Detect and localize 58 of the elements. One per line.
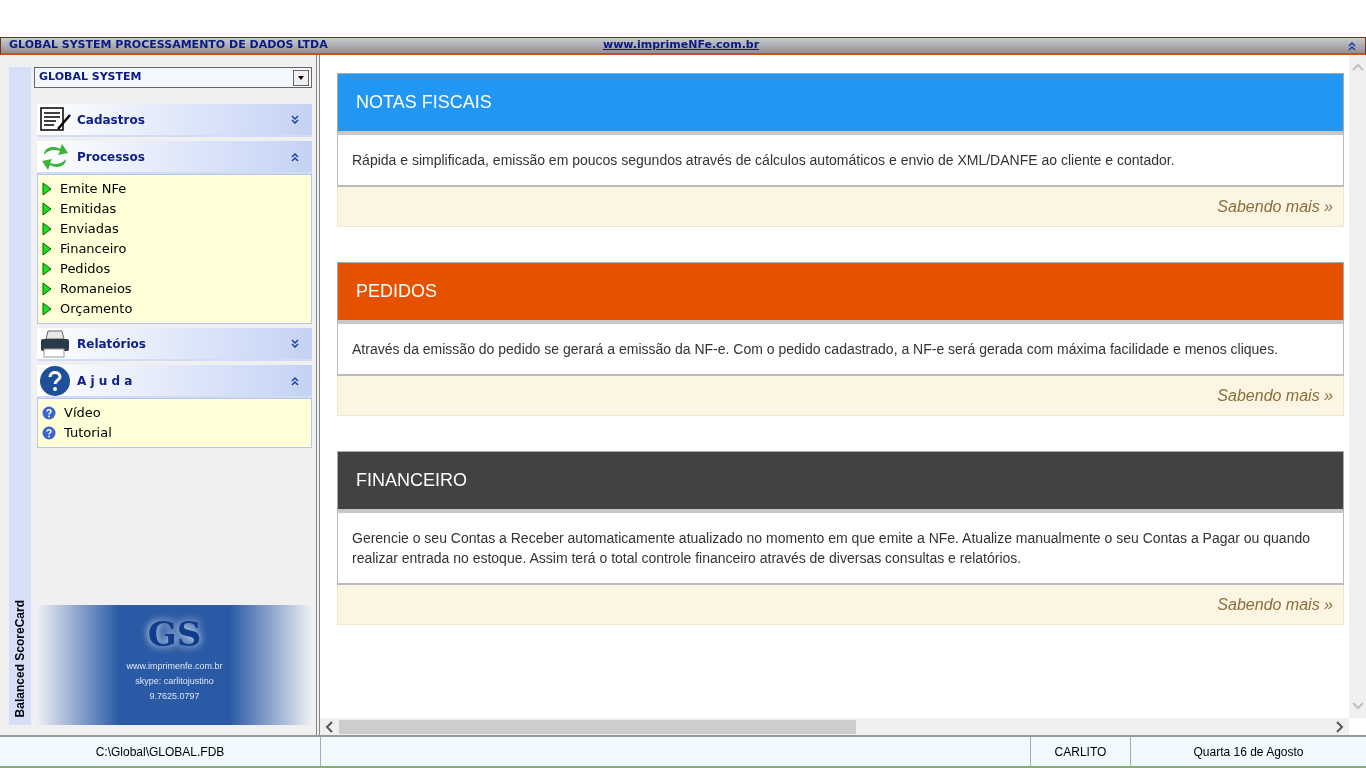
group-title: Processos: [77, 148, 146, 166]
menu-item[interactable]: Pedidos: [42, 259, 307, 279]
scroll-thumb[interactable]: [339, 719, 856, 734]
database-path: C:\Global\GLOBAL.FDB: [95, 743, 225, 761]
group-title: A j u d a: [77, 372, 134, 390]
menu-item[interactable]: Orçamento: [42, 299, 307, 319]
menu-item[interactable]: Financeiro: [42, 239, 307, 259]
play-arrow-icon: [42, 222, 52, 236]
logo-text: www.imprimenfe.com.br: [126, 660, 223, 673]
company-name: GLOBAL SYSTEM PROCESSAMENTO DE DADOS LTDA: [9, 37, 329, 54]
company-select[interactable]: GLOBAL SYSTEM: [34, 67, 312, 88]
card-title: NOTAS FISCAIS: [356, 91, 492, 114]
group-header[interactable]: Processos: [37, 141, 312, 174]
logo-text: skype: carlitojustino: [135, 675, 214, 688]
menu-item[interactable]: Vídeo: [42, 403, 307, 423]
play-arrow-icon: [42, 202, 52, 216]
learn-more-link[interactable]: Sabendo mais »: [1217, 592, 1333, 617]
chevron-down-icon[interactable]: [290, 114, 300, 125]
menu-item[interactable]: Enviadas: [42, 219, 307, 239]
help-icon: [39, 364, 71, 397]
menu-item[interactable]: Emitidas: [42, 199, 307, 219]
scroll-right-icon[interactable]: [1336, 720, 1344, 733]
printer-icon: [39, 328, 71, 359]
card-description: Gerencie o seu Contas a Receber automaticamente atualizado no momento em que emite a NFe. Atualize manualmente o seu Contas a Pagar ou quando realizar entrada no estoque. Assim terá o total controle financeiro através de diversas consultas e relatórios.: [352, 529, 1311, 568]
group-title: Relatórios: [77, 335, 147, 353]
card-description: Rápida e simplificada, emissão em poucos segundos através de cálculos automáticos e envio de XML/DANFE ao cliente e contador.: [352, 151, 1176, 170]
help-icon: [42, 426, 56, 440]
document-pen-icon: [38, 106, 72, 133]
play-arrow-icon: [42, 262, 52, 276]
chevron-up-icon[interactable]: [290, 375, 300, 386]
current-date: Quarta 16 de Agosto: [1193, 743, 1304, 761]
group-header[interactable]: Relatórios: [37, 328, 312, 361]
learn-more-link[interactable]: Sabendo mais »: [1217, 194, 1333, 219]
play-arrow-icon: [42, 182, 52, 196]
card-title: PEDIDOS: [356, 280, 438, 303]
chevron-up-icon[interactable]: [290, 151, 300, 162]
card-description: Através da emissão do pedido se gerará a emissão da NF-e. Com o pedido cadastrado, a NF-e será gerada com máxima facilidade e menos cliques.: [352, 340, 1280, 359]
menu-item[interactable]: Romaneios: [42, 279, 307, 299]
logo-letters: GS: [147, 617, 202, 651]
website-link[interactable]: www.imprimeNFe.com.br: [603, 37, 760, 54]
learn-more-link[interactable]: Sabendo mais »: [1217, 383, 1333, 408]
logo-text: 9.7625.0797: [149, 690, 200, 703]
chevron-down-icon[interactable]: [290, 338, 300, 349]
play-arrow-icon: [42, 282, 52, 296]
menu-item[interactable]: Emite NFe: [42, 179, 307, 199]
card-title: FINANCEIRO: [356, 469, 467, 492]
scroll-left-icon[interactable]: [325, 720, 333, 733]
menu-item[interactable]: Tutorial: [42, 423, 307, 443]
vertical-label: Balanced ScoreCard: [12, 599, 28, 717]
user-name: CARLITO: [1054, 743, 1107, 761]
chevron-up-icon[interactable]: [1347, 40, 1357, 51]
horizontal-scrollbar[interactable]: [320, 718, 1349, 735]
play-arrow-icon: [42, 242, 52, 256]
group-header[interactable]: Cadastros: [37, 104, 312, 137]
group-header[interactable]: A j u d a: [37, 365, 312, 398]
play-arrow-icon: [42, 302, 52, 316]
group-title: Cadastros: [77, 111, 146, 129]
help-icon: [42, 406, 56, 420]
